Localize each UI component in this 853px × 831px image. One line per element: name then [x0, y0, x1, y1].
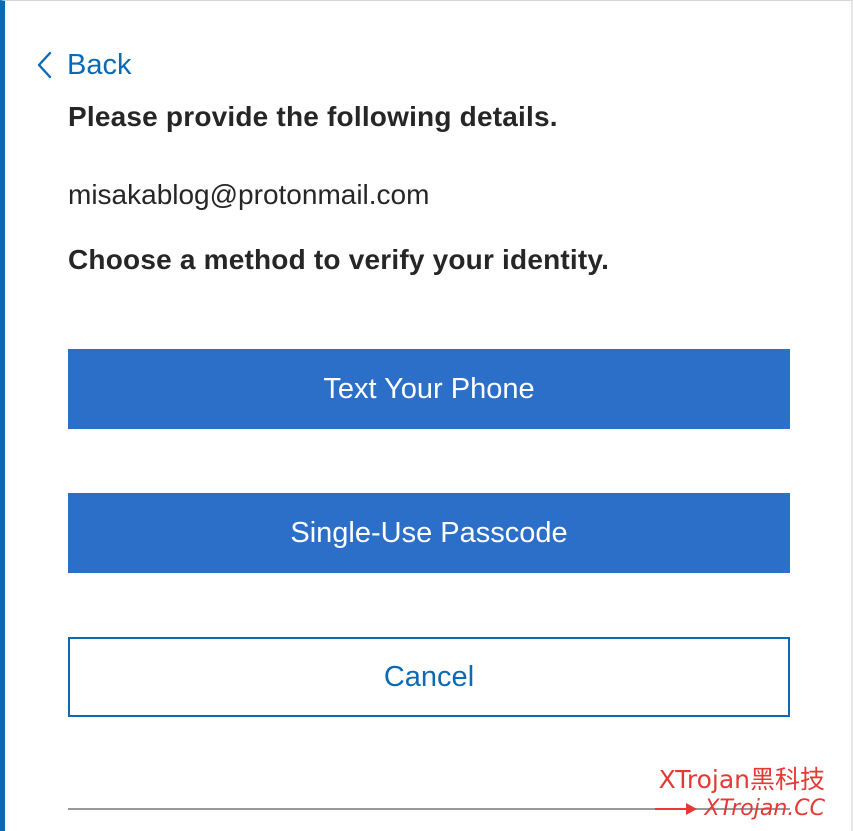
watermark: XTrojan黑科技 XTrojan.CC: [654, 765, 825, 823]
watermark-brand: XTrojan黑科技: [658, 765, 825, 794]
single-use-passcode-button[interactable]: Single-Use Passcode: [68, 493, 790, 573]
back-label: Back: [67, 48, 132, 81]
account-email: misakablog@protonmail.com: [68, 179, 430, 210]
arrow-right-icon: [655, 803, 698, 815]
chevron-left-icon: [37, 51, 52, 79]
text-your-phone-button[interactable]: Text Your Phone: [68, 349, 790, 429]
back-link[interactable]: Back: [37, 45, 131, 85]
verification-method-heading: Choose a method to verify your identity.: [68, 244, 610, 275]
watermark-url-row: XTrojan.CC: [654, 795, 825, 823]
verification-panel: Back Please provide the following detail…: [0, 0, 853, 831]
page-heading: Please provide the following details.: [68, 101, 558, 132]
cancel-button[interactable]: Cancel: [68, 637, 790, 717]
watermark-url: XTrojan.CC: [704, 796, 825, 821]
